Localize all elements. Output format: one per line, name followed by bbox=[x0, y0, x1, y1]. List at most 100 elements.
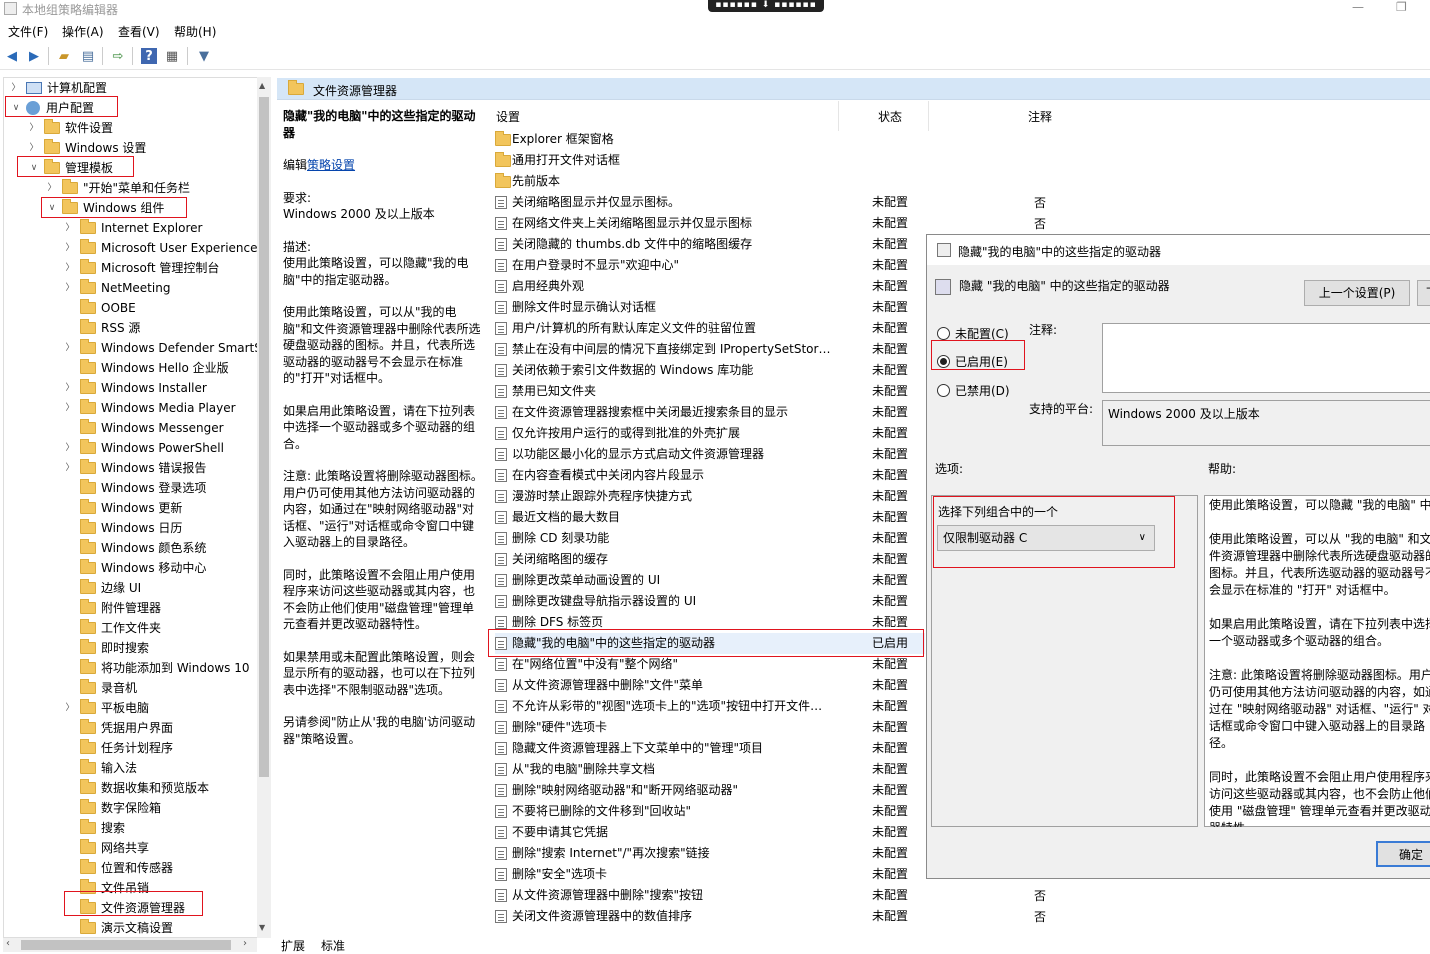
forward-icon[interactable]: ▶ bbox=[26, 48, 42, 64]
export-list-icon[interactable]: ⇨ bbox=[110, 48, 126, 64]
policy-row[interactable]: 在网络文件夹上关闭缩略图显示并仅显示图标 未配置 bbox=[495, 213, 925, 234]
column-comment[interactable]: 注释 bbox=[1028, 108, 1052, 125]
radio-button-selected[interactable] bbox=[937, 355, 950, 368]
edit-policy-link[interactable]: 策略设置 bbox=[307, 158, 355, 172]
tree-item[interactable]: 网络共享 bbox=[64, 838, 149, 858]
chevron-right-icon[interactable]: 〉 bbox=[28, 138, 40, 158]
policy-row[interactable]: 关闭文件资源管理器中的数值排序 未配置 bbox=[495, 906, 925, 927]
tree-item[interactable]: Windows Messenger bbox=[64, 418, 224, 438]
policy-row[interactable]: 不允许从彩带的"视图"选项卡上的"选项"按钮中打开文件夹... 未配置 bbox=[495, 696, 925, 717]
tree-item[interactable]: 即时搜索 bbox=[64, 638, 149, 658]
tree-item[interactable]: 工作文件夹 bbox=[64, 618, 161, 638]
tree-item[interactable]: Windows 日历 bbox=[64, 518, 182, 538]
scroll-thumb[interactable] bbox=[21, 940, 231, 950]
policy-row[interactable]: 删除"硬件"选项卡 未配置 bbox=[495, 717, 925, 738]
tree-item[interactable]: 文件资源管理器 bbox=[64, 898, 185, 918]
policy-row[interactable]: 关闭缩略图显示并仅显示图标。 未配置 bbox=[495, 192, 925, 213]
tree-item[interactable]: 输入法 bbox=[64, 758, 137, 778]
chevron-down-icon[interactable]: ∨ bbox=[28, 158, 40, 178]
menu-action[interactable]: 操作(A) bbox=[62, 23, 104, 40]
policy-row[interactable]: 禁止在没有中间层的情况下直接绑定到 IPropertySetStora... 未配… bbox=[495, 339, 925, 360]
chevron-down-icon[interactable]: ∨ bbox=[10, 98, 22, 118]
policy-row[interactable]: 隐藏文件资源管理器上下文菜单中的"管理"项目 未配置 bbox=[495, 738, 925, 759]
chevron-down-icon[interactable]: ∨ bbox=[1139, 526, 1146, 550]
tree-item[interactable]: 任务计划程序 bbox=[64, 738, 173, 758]
chevron-right-icon[interactable]: 〉 bbox=[64, 438, 76, 458]
tree-item[interactable]: 〉 Windows 错误报告 bbox=[64, 458, 206, 478]
tree-item[interactable]: 搜索 bbox=[64, 818, 125, 838]
help-icon[interactable]: ? bbox=[141, 48, 157, 64]
tree-start-menu[interactable]: 〉 "开始"菜单和任务栏 bbox=[46, 178, 190, 198]
back-icon[interactable]: ◀ bbox=[4, 48, 20, 64]
policy-row[interactable]: 关闭隐藏的 thumbs.db 文件中的缩略图缓存 未配置 bbox=[495, 234, 925, 255]
tree-item[interactable]: Windows 颜色系统 bbox=[64, 538, 206, 558]
tree-item[interactable]: Windows 更新 bbox=[64, 498, 182, 518]
minimize-icon[interactable]: — bbox=[1352, 0, 1364, 14]
chevron-right-icon[interactable]: 〉 bbox=[64, 698, 76, 718]
column-divider[interactable] bbox=[838, 101, 839, 131]
tree-item[interactable]: Windows Hello 企业版 bbox=[64, 358, 229, 378]
restore-icon[interactable]: ❐ bbox=[1396, 0, 1407, 14]
tree-item[interactable]: 边缘 UI bbox=[64, 578, 141, 598]
chevron-right-icon[interactable]: 〉 bbox=[64, 238, 76, 258]
tree-item[interactable]: 〉Windows Defender SmartScreen bbox=[64, 338, 257, 358]
tree-windows-components[interactable]: ∨ Windows 组件 bbox=[46, 198, 164, 218]
tree-item[interactable]: 将功能添加到 Windows 10 bbox=[64, 658, 249, 678]
scroll-right-icon[interactable]: › bbox=[243, 938, 247, 949]
folder-row[interactable]: 先前版本 bbox=[495, 171, 925, 192]
policy-row[interactable]: 从文件资源管理器中删除"搜索"按钮 未配置 bbox=[495, 885, 925, 906]
up-folder-icon[interactable]: ▰ bbox=[56, 48, 72, 64]
policy-row[interactable]: 以功能区最小化的显示方式启动文件资源管理器 未配置 bbox=[495, 444, 925, 465]
radio-disabled[interactable]: 已禁用(D) bbox=[937, 382, 1010, 399]
tree-item[interactable]: 〉 NetMeeting bbox=[64, 278, 170, 298]
tree-item[interactable]: 数据收集和预览版本 bbox=[64, 778, 209, 798]
folder-row[interactable]: Explorer 框架窗格 bbox=[495, 129, 925, 150]
chevron-right-icon[interactable]: 〉 bbox=[28, 118, 40, 138]
policy-row[interactable]: 漫游时禁止跟踪外壳程序快捷方式 未配置 bbox=[495, 486, 925, 507]
policy-row[interactable]: 不要申请其它凭据 未配置 bbox=[495, 822, 925, 843]
drive-select[interactable]: 仅限制驱动器 C ∨ bbox=[937, 525, 1155, 551]
scroll-up-icon[interactable]: ▲ bbox=[259, 81, 265, 90]
chevron-right-icon[interactable]: 〉 bbox=[64, 278, 76, 298]
column-divider[interactable] bbox=[928, 101, 929, 131]
tree-item[interactable]: 〉 Windows Installer bbox=[64, 378, 207, 398]
tree-item[interactable]: 凭据用户界面 bbox=[64, 718, 173, 738]
menu-help[interactable]: 帮助(H) bbox=[174, 23, 216, 40]
menu-view[interactable]: 查看(V) bbox=[118, 23, 160, 40]
policy-row[interactable]: 删除 DFS 标签页 未配置 bbox=[495, 612, 925, 633]
chevron-right-icon[interactable]: 〉 bbox=[64, 378, 76, 398]
chevron-right-icon[interactable]: 〉 bbox=[64, 218, 76, 238]
policy-row[interactable]: 删除文件时显示确认对话框 未配置 bbox=[495, 297, 925, 318]
recording-bar[interactable]: ▪▪▪▪▪▪ ⬇ ▪▪▪▪▪▪ bbox=[708, 0, 824, 12]
policy-row[interactable]: 仅允许按用户运行的或得到批准的外壳扩展 未配置 bbox=[495, 423, 925, 444]
ok-button[interactable]: 确定 bbox=[1376, 841, 1430, 867]
tab-standard[interactable]: 标准 bbox=[321, 937, 345, 954]
policy-row[interactable]: 删除"映射网络驱动器"和"断开网络驱动器" 未配置 bbox=[495, 780, 925, 801]
policy-row[interactable]: 关闭缩略图的缓存 未配置 bbox=[495, 549, 925, 570]
tree-item[interactable]: 〉平板电脑 bbox=[64, 698, 149, 718]
scroll-left-icon[interactable]: ‹ bbox=[6, 938, 10, 949]
column-state[interactable]: 状态 bbox=[878, 108, 902, 125]
tree-item[interactable]: 〉 Internet Explorer bbox=[64, 218, 202, 238]
chevron-right-icon[interactable]: 〉 bbox=[64, 258, 76, 278]
tree-item[interactable]: OOBE bbox=[64, 298, 136, 318]
tree-horizontal-scrollbar[interactable]: ‹ › bbox=[3, 938, 257, 952]
radio-button[interactable] bbox=[937, 384, 950, 397]
policy-row[interactable]: 删除"搜索 Internet"/"再次搜索"链接 未配置 bbox=[495, 843, 925, 864]
tree-item[interactable]: 数字保险箱 bbox=[64, 798, 161, 818]
tree-item[interactable]: 〉 Windows PowerShell bbox=[64, 438, 224, 458]
chevron-down-icon[interactable]: ∨ bbox=[46, 198, 58, 218]
tree-computer-config[interactable]: 〉计算机配置 bbox=[10, 78, 107, 98]
properties-icon[interactable]: ▦ bbox=[164, 48, 180, 64]
tree-item[interactable]: 位置和传感器 bbox=[64, 858, 173, 878]
tree-vertical-scrollbar[interactable]: ▲ ▼ bbox=[257, 77, 271, 938]
menu-file[interactable]: 文件(F) bbox=[8, 23, 48, 40]
policy-row[interactable]: 禁用已知文件夹 未配置 bbox=[495, 381, 925, 402]
policy-row[interactable]: 关闭依赖于索引文件数据的 Windows 库功能 未配置 bbox=[495, 360, 925, 381]
radio-button[interactable] bbox=[937, 327, 950, 340]
policy-row[interactable]: 从"我的电脑"删除共享文档 未配置 bbox=[495, 759, 925, 780]
policy-row[interactable]: 删除更改菜单动画设置的 UI 未配置 bbox=[495, 570, 925, 591]
radio-enabled[interactable]: 已启用(E) bbox=[937, 353, 1008, 370]
policy-row[interactable]: 不要将已删除的文件移到"回收站" 未配置 bbox=[495, 801, 925, 822]
next-setting-button[interactable]: 下 bbox=[1417, 280, 1430, 306]
